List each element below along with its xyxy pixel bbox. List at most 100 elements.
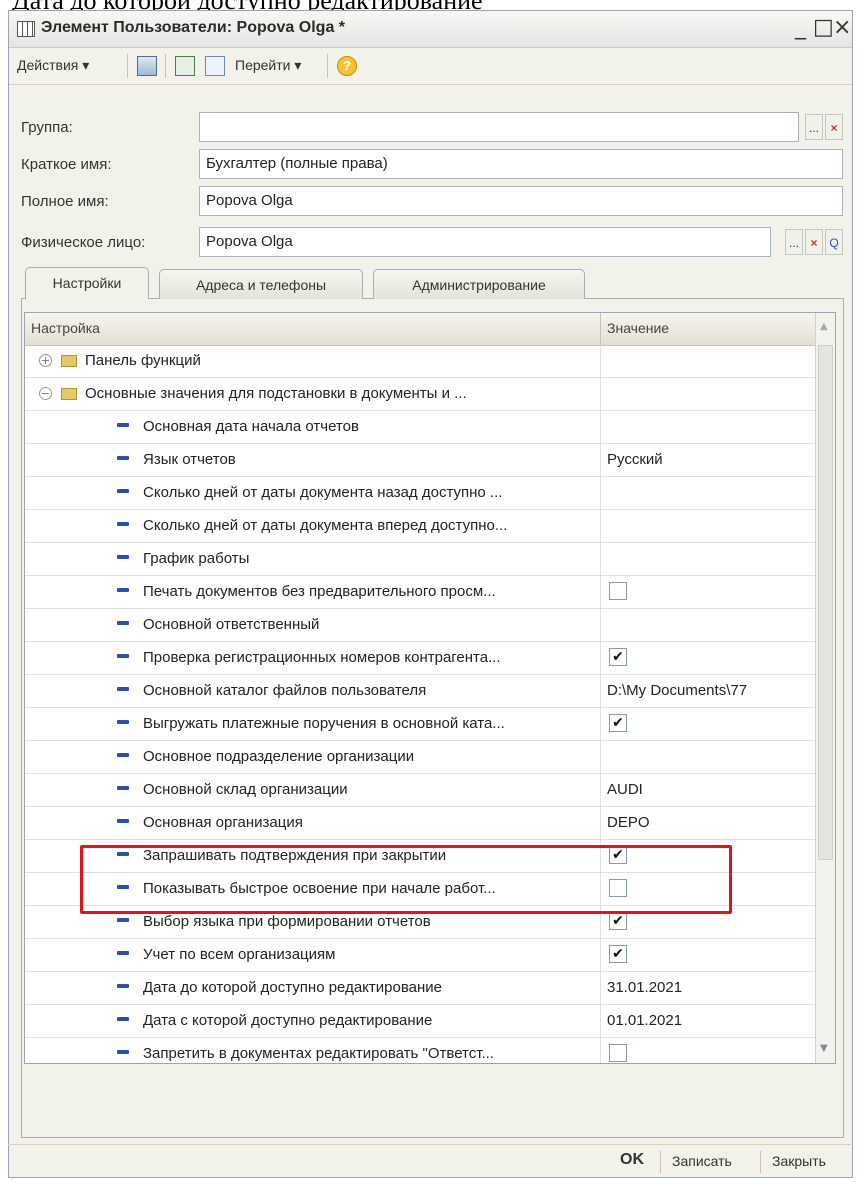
column-divider: [600, 313, 601, 345]
person-select-button[interactable]: ...: [785, 229, 803, 255]
item-marker-icon: [117, 654, 129, 658]
scroll-up-icon[interactable]: ▲: [820, 321, 828, 332]
grid-row[interactable]: Основная дата начала отчетов: [25, 411, 815, 444]
tab-addresses-phones[interactable]: Адреса и телефоны: [159, 269, 363, 299]
minimize-button[interactable]: _: [795, 15, 806, 40]
grid-row[interactable]: + Панель функций: [25, 345, 815, 378]
grid-row[interactable]: Дата с которой доступно редактирование 01…: [25, 1005, 815, 1038]
grid-row[interactable]: Основной склад организации AUDI: [25, 774, 815, 807]
value-checkbox[interactable]: ✔: [609, 912, 627, 930]
maximize-button[interactable]: □: [813, 15, 834, 40]
item-marker-icon: [117, 753, 129, 757]
grid-row[interactable]: Сколько дней от даты документа назад дос…: [25, 477, 815, 510]
setting-name: Сколько дней от даты документа вперед до…: [143, 517, 508, 534]
setting-name: Основной каталог файлов пользователя: [143, 682, 427, 699]
expand-icon[interactable]: +: [39, 354, 52, 367]
grid-row[interactable]: Проверка регистрационных номеров контраг…: [25, 642, 815, 675]
setting-name: Дата до которой доступно редактирование: [143, 979, 442, 996]
save-close-icon[interactable]: [137, 56, 157, 76]
value-checkbox[interactable]: ✔: [609, 648, 627, 666]
grid-row[interactable]: − Основные значения для подстановки в док…: [25, 378, 815, 411]
tab-settings[interactable]: Настройки: [25, 267, 149, 299]
setting-name: Основная организация: [143, 814, 303, 831]
setting-value[interactable]: AUDI: [607, 781, 643, 798]
ok-button[interactable]: OK: [620, 1151, 644, 1169]
setting-cell: [25, 444, 601, 476]
setting-value[interactable]: D:\My Documents\77: [607, 682, 747, 699]
grid-row[interactable]: Запретить в документах редактировать "От…: [25, 1038, 815, 1063]
toolbar-divider: [127, 54, 128, 78]
copy-document-icon[interactable]: [205, 56, 225, 76]
vertical-scrollbar[interactable]: ▲ ▼: [815, 313, 835, 1063]
setting-name: Основной ответственный: [143, 616, 320, 633]
item-marker-icon: [117, 786, 129, 790]
item-marker-icon: [117, 456, 129, 460]
grid-row[interactable]: Основной ответственный: [25, 609, 815, 642]
grid-row[interactable]: Учет по всем организациям ✔: [25, 939, 815, 972]
grid-row[interactable]: Дата до которой доступно редактирование 3…: [25, 972, 815, 1005]
folder-icon: [61, 388, 77, 400]
group-select-button[interactable]: ...: [805, 114, 823, 140]
actions-menu[interactable]: Действия ▾: [17, 57, 89, 74]
column-header-value[interactable]: Значение: [607, 320, 669, 336]
item-marker-icon: [117, 687, 129, 691]
tab-administration[interactable]: Администрирование: [373, 269, 585, 299]
grid-row[interactable]: График работы: [25, 543, 815, 576]
toolbar-divider: [165, 54, 166, 78]
grid-row[interactable]: Сколько дней от даты документа вперед до…: [25, 510, 815, 543]
save-icon[interactable]: [175, 56, 195, 76]
setting-name: Основной склад организации: [143, 781, 348, 798]
setting-name: Основная дата начала отчетов: [143, 418, 359, 435]
grid-row[interactable]: Выгружать платежные поручения в основной…: [25, 708, 815, 741]
setting-value[interactable]: 31.01.2021: [607, 979, 682, 996]
item-marker-icon: [117, 984, 129, 988]
close-button[interactable]: ×: [833, 15, 851, 40]
value-checkbox[interactable]: [609, 1044, 627, 1062]
setting-cell: [25, 543, 601, 575]
setting-name: Выбор языка при формировании отчетов: [143, 913, 431, 930]
person-clear-button[interactable]: ×: [805, 229, 823, 255]
person-field[interactable]: Popova Olga: [199, 227, 771, 257]
item-marker-icon: [117, 819, 129, 823]
goto-menu[interactable]: Перейти ▾: [235, 57, 301, 74]
group-label: Группа:: [21, 119, 73, 136]
value-checkbox[interactable]: [609, 582, 627, 600]
close-form-button[interactable]: Закрыть: [772, 1153, 826, 1169]
group-clear-button[interactable]: ×: [825, 114, 843, 140]
annotation-highlight-frame: [80, 845, 732, 914]
setting-name: Панель функций: [85, 352, 201, 369]
help-icon[interactable]: ?: [337, 56, 357, 76]
group-field[interactable]: [199, 112, 799, 142]
grid-row[interactable]: Основной каталог файлов пользователя D:\M…: [25, 675, 815, 708]
item-marker-icon: [117, 423, 129, 427]
scroll-thumb[interactable]: [818, 345, 833, 860]
scroll-down-icon[interactable]: ▼: [820, 1043, 828, 1054]
save-button[interactable]: Записать: [672, 1153, 732, 1169]
item-marker-icon: [117, 1050, 129, 1054]
setting-value[interactable]: Русский: [607, 451, 663, 468]
grid-row[interactable]: Основное подразделение организации: [25, 741, 815, 774]
item-marker-icon: [117, 489, 129, 493]
grid-row[interactable]: Печать документов без предварительного п…: [25, 576, 815, 609]
grid-row[interactable]: Язык отчетов Русский: [25, 444, 815, 477]
column-header-setting[interactable]: Настройка: [31, 320, 100, 336]
person-label: Физическое лицо:: [21, 234, 146, 251]
person-open-button[interactable]: Q: [825, 229, 843, 255]
setting-name: Основное подразделение организации: [143, 748, 415, 765]
grid-header: Настройка Значение: [25, 313, 815, 346]
setting-value[interactable]: 01.01.2021: [607, 1012, 682, 1029]
setting-value[interactable]: DEPO: [607, 814, 650, 831]
setting-name: График работы: [143, 550, 250, 567]
value-checkbox[interactable]: ✔: [609, 714, 627, 732]
full-name-label: Полное имя:: [21, 193, 109, 210]
grid-row[interactable]: Основная организация DEPO: [25, 807, 815, 840]
collapse-icon[interactable]: −: [39, 387, 52, 400]
setting-name: Печать документов без предварительного п…: [143, 583, 496, 600]
setting-name: Основные значения для подстановки в доку…: [85, 385, 467, 402]
value-checkbox[interactable]: ✔: [609, 945, 627, 963]
item-marker-icon: [117, 1017, 129, 1021]
toolbar: Действия ▾ Перейти ▾ ?: [9, 48, 852, 85]
setting-name: Запретить в документах редактировать "От…: [143, 1045, 494, 1062]
full-name-field[interactable]: Popova Olga: [199, 186, 843, 216]
short-name-field[interactable]: Бухгалтер (полные права): [199, 149, 843, 179]
